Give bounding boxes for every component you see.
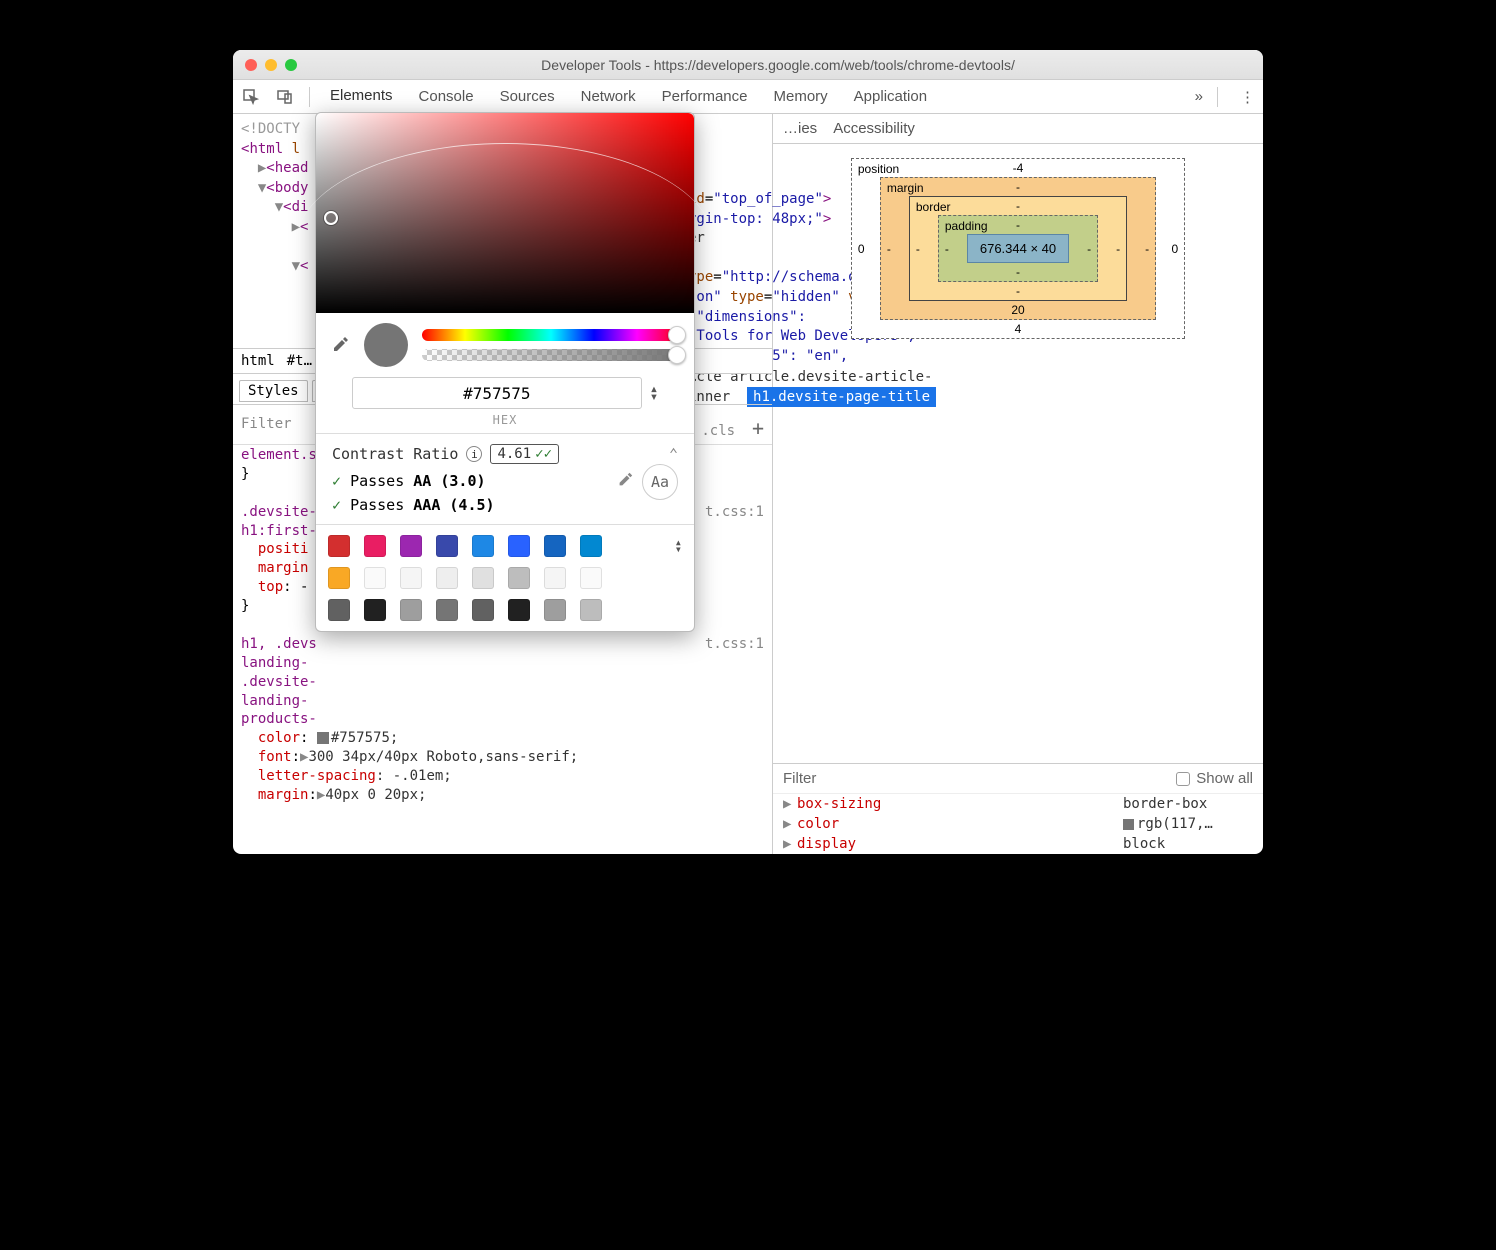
palette-swatch[interactable] [364,599,386,621]
palette-swatch[interactable] [508,567,530,589]
right-tab[interactable]: …ies [783,120,817,137]
palette-swatch[interactable] [544,567,566,589]
right-tab[interactable]: Accessibility [833,120,915,137]
contrast-ratio-value: 4.61✓✓ [490,444,559,464]
box-model-content: 676.344 × 40 [967,234,1069,263]
computed-row[interactable]: ▶box-sizingborder-box [773,794,1263,814]
computed-filter-input[interactable]: Filter [783,770,816,787]
alpha-thumb[interactable] [668,346,686,364]
sv-cursor[interactable] [324,211,338,225]
hue-slider[interactable] [422,329,680,341]
device-toggle-icon[interactable] [275,88,295,106]
computed-row[interactable]: ▶colorrgb(117,… [773,814,1263,834]
palette-swatch[interactable] [472,567,494,589]
breadcrumb-item[interactable]: #t… [287,353,312,369]
palette-swatch[interactable] [544,535,566,557]
palette-swatch[interactable] [328,567,350,589]
color-preview [364,323,408,367]
palette-swatch[interactable] [544,599,566,621]
color-picker-popover: ▴▾ HEX Contrast Ratio i 4.61✓✓ ⌃ ✓ Passe… [315,112,695,632]
palette-swatch[interactable] [400,599,422,621]
source-link[interactable]: t.css:1 [705,635,764,654]
hue-thumb[interactable] [668,326,686,344]
close-window-button[interactable] [245,59,257,71]
palette-swatch[interactable] [436,535,458,557]
contrast-ratio-label: Contrast Ratio [332,445,458,463]
saturation-value-area[interactable] [316,113,694,313]
hex-label: HEX [493,413,518,427]
right-subtabs: …ies Accessibility [773,114,1263,144]
palette-swatch[interactable] [436,599,458,621]
color-swatch-icon[interactable] [317,732,329,744]
palette-swatch[interactable] [364,567,386,589]
tabs-overflow-icon[interactable]: » [1195,88,1203,105]
tab-performance[interactable]: Performance [656,80,754,114]
computed-section: Filter Show all ▶box-sizingborder-box▶co… [773,763,1263,854]
palette-swatch[interactable] [508,599,530,621]
minimize-window-button[interactable] [265,59,277,71]
text-sample-button[interactable]: Aa [642,464,678,500]
palette-swatch[interactable] [364,535,386,557]
tab-memory[interactable]: Memory [768,80,834,114]
computed-row[interactable]: ▶displayblock [773,834,1263,854]
toolbar-divider [309,87,310,107]
tab-console[interactable]: Console [413,80,480,114]
devtools-window: Developer Tools - https://developers.goo… [233,50,1263,854]
palette-swatch[interactable] [580,599,602,621]
filter-input[interactable]: Filter [241,416,292,440]
palette-swatch[interactable] [580,567,602,589]
show-all-checkbox[interactable] [1176,772,1190,786]
palette-swatch[interactable] [400,567,422,589]
palette-more-icon[interactable]: ▴▾ [675,539,682,553]
alpha-slider[interactable] [422,349,680,361]
breadcrumb-selected[interactable]: h1.devsite-page-title [747,387,936,407]
palette-swatch[interactable] [400,535,422,557]
zoom-window-button[interactable] [285,59,297,71]
panels: <!DOCTY <html l ▶<head ▼<body ▼<di ▶< ▼<… [233,114,1263,854]
format-toggle-icon[interactable]: ▴▾ [650,385,658,402]
tab-application[interactable]: Application [848,80,933,114]
dom-line: <!DOCTY [241,121,300,137]
traffic-lights [245,59,297,71]
breadcrumb-item[interactable]: html [241,353,275,369]
palette-swatch[interactable] [508,535,530,557]
bg-eyedropper-icon[interactable] [616,471,634,493]
palette: ▴▾ [316,524,694,631]
palette-swatch[interactable] [472,535,494,557]
tab-elements[interactable]: Elements [324,80,399,114]
palette-swatch[interactable] [328,535,350,557]
styles-tab[interactable]: Styles [239,380,308,402]
titlebar: Developer Tools - https://developers.goo… [233,50,1263,80]
elements-panel: <!DOCTY <html l ▶<head ▼<body ▼<di ▶< ▼<… [233,114,773,854]
box-model[interactable]: position -4 4 0 0 margin - 20 - - bord [851,158,1185,339]
more-options-icon[interactable]: ⋮ [1240,88,1255,106]
window-title: Developer Tools - https://developers.goo… [305,57,1251,73]
devtools-toolbar: Elements Console Sources Network Perform… [233,80,1263,114]
source-link[interactable]: t.css:1 [705,503,764,522]
hex-input[interactable] [352,377,642,409]
add-rule-button[interactable]: + [752,416,764,440]
palette-swatch[interactable] [472,599,494,621]
collapse-icon[interactable]: ⌃ [669,445,678,463]
tab-network[interactable]: Network [575,80,642,114]
info-icon[interactable]: i [466,446,482,462]
toolbar-divider [1217,87,1218,107]
palette-swatch[interactable] [328,599,350,621]
inspect-element-icon[interactable] [241,88,261,106]
eyedropper-icon[interactable] [330,335,350,355]
palette-swatch[interactable] [580,535,602,557]
tab-sources[interactable]: Sources [494,80,561,114]
computed-list: ▶box-sizingborder-box▶colorrgb(117,…▶dis… [773,794,1263,854]
palette-swatch[interactable] [436,567,458,589]
